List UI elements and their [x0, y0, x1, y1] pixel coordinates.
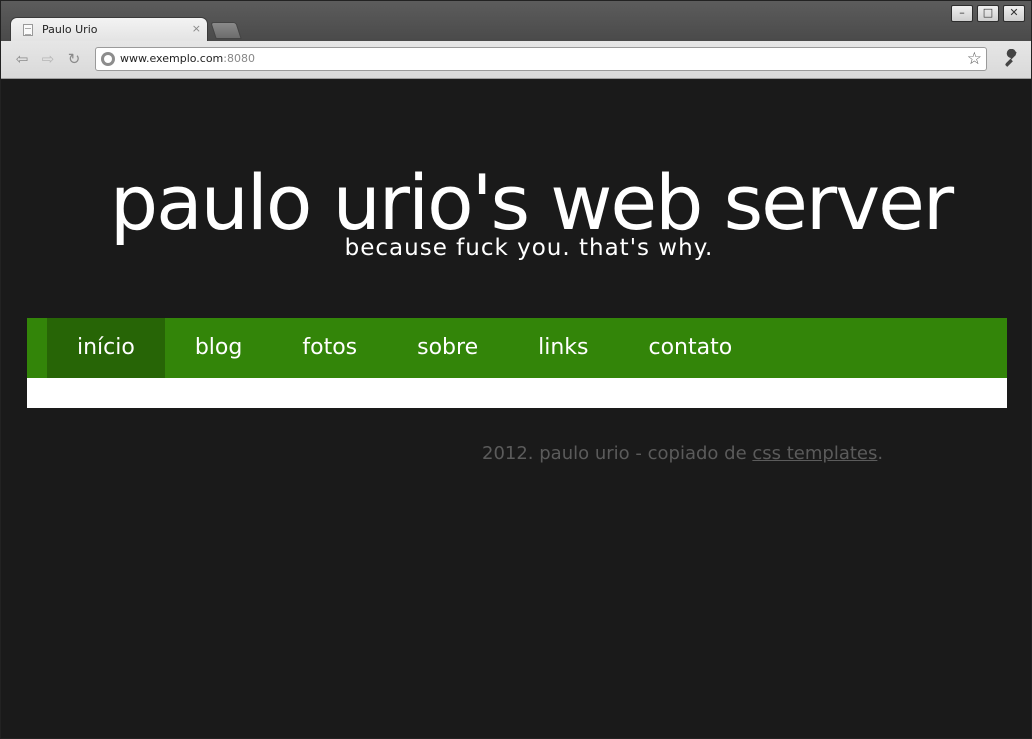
- address-bar[interactable]: www.exemplo.com:8080 ☆: [95, 47, 987, 71]
- web-page: paulo urio's web server because fuck you…: [5, 79, 1029, 738]
- minimize-button[interactable]: –: [951, 5, 973, 22]
- footer-text: 2012. paulo urio - copiado de: [482, 443, 753, 464]
- site-tagline: because fuck you. that's why.: [344, 235, 714, 261]
- browser-toolbar: ⇦ ⇨ ↻ www.exemplo.com:8080 ☆: [1, 41, 1031, 79]
- css-templates-link[interactable]: css templates: [752, 443, 877, 464]
- tab-title: Paulo Urio: [42, 23, 98, 36]
- close-window-button[interactable]: ✕: [1003, 5, 1025, 22]
- footer: 2012. paulo urio - copiado de css templa…: [482, 443, 883, 464]
- back-icon[interactable]: ⇦: [13, 50, 31, 68]
- reload-icon[interactable]: ↻: [65, 50, 83, 68]
- forward-icon[interactable]: ⇨: [39, 50, 57, 68]
- menu-item-links[interactable]: links: [508, 318, 618, 378]
- url-text: www.exemplo.com:8080: [120, 52, 255, 65]
- wrench-icon[interactable]: [1003, 48, 1021, 71]
- footer-end: .: [877, 443, 884, 464]
- menu-item-contato[interactable]: contato: [618, 318, 762, 378]
- browser-window: Paulo Urio × – □ ✕ ⇦ ⇨ ↻ www.exemplo.com…: [0, 0, 1032, 739]
- site-title: paulo urio's web server: [109, 158, 954, 247]
- bookmark-star-icon[interactable]: ☆: [967, 49, 982, 69]
- new-tab-button[interactable]: [210, 22, 242, 39]
- close-tab-icon[interactable]: ×: [192, 22, 201, 35]
- window-controls: – □ ✕: [951, 5, 1025, 22]
- menu-item-sobre[interactable]: sobre: [387, 318, 508, 378]
- menu-item-inicio[interactable]: início: [47, 318, 165, 378]
- tab-paulo-urio[interactable]: Paulo Urio ×: [11, 18, 207, 42]
- page-icon: [23, 24, 33, 36]
- globe-icon: [101, 52, 115, 66]
- menu-item-fotos[interactable]: fotos: [272, 318, 387, 378]
- main-menu: início blog fotos sobre links contato: [27, 318, 1007, 378]
- content-bar: [27, 378, 1007, 408]
- url-port: :8080: [223, 52, 255, 65]
- tab-strip: Paulo Urio × – □ ✕: [1, 1, 1031, 42]
- url-host: www.exemplo.com: [120, 52, 224, 65]
- maximize-button[interactable]: □: [977, 5, 999, 22]
- menu-item-blog[interactable]: blog: [165, 318, 273, 378]
